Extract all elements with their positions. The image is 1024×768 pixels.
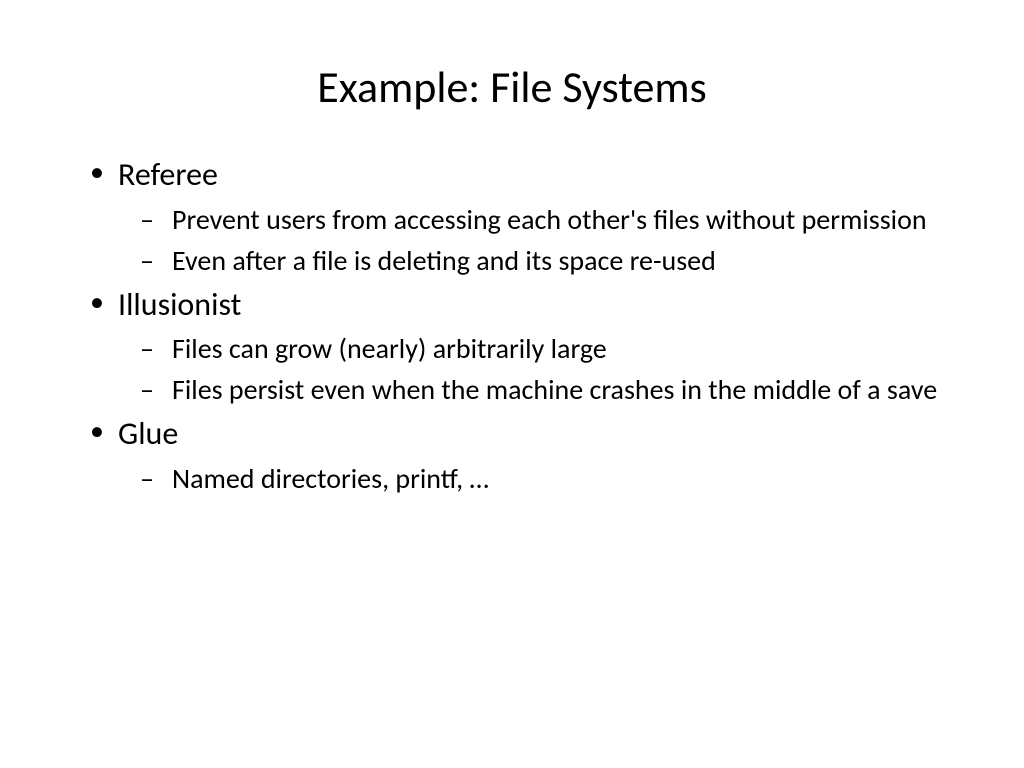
sub-bullet-list: Prevent users from accessing each other'… <box>118 202 964 278</box>
sub-bullet-list: Files can grow (nearly) arbitrarily larg… <box>118 331 964 407</box>
sub-bullet-item: Named directories, printf, … <box>136 461 964 496</box>
bullet-label: Glue <box>118 414 178 453</box>
bullet-item: Glue Named directories, printf, … <box>90 413 964 496</box>
sub-bullet-item: Prevent users from accessing each other'… <box>136 202 964 237</box>
sub-bullet-item: Files can grow (nearly) arbitrarily larg… <box>136 331 964 366</box>
sub-bullet-item: Files persist even when the machine cras… <box>136 372 964 407</box>
bullet-item: Referee Prevent users from accessing eac… <box>90 154 964 278</box>
bullet-list: Referee Prevent users from accessing eac… <box>90 154 964 496</box>
bullet-label: Referee <box>118 155 218 194</box>
slide-content: Referee Prevent users from accessing eac… <box>60 154 964 496</box>
bullet-label: Illusionist <box>118 285 241 324</box>
sub-bullet-list: Named directories, printf, … <box>118 461 964 496</box>
bullet-item: Illusionist Files can grow (nearly) arbi… <box>90 284 964 408</box>
sub-bullet-item: Even after a file is deleting and its sp… <box>136 243 964 278</box>
slide-title: Example: File Systems <box>60 60 964 114</box>
